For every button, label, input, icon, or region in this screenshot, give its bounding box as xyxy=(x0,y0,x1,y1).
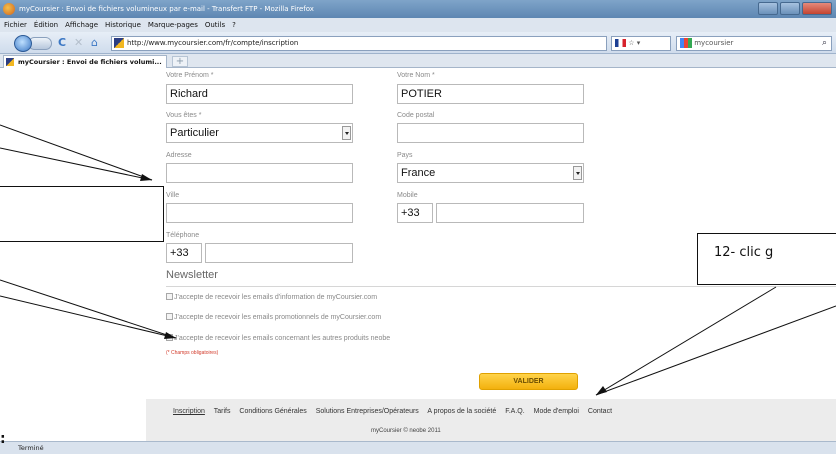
pointer-line xyxy=(0,279,177,339)
pointer-arrowhead xyxy=(596,386,607,395)
pointer-line xyxy=(595,305,836,396)
pointer-line xyxy=(595,286,777,396)
pointer-line xyxy=(0,295,177,339)
annotation-colon-mark: : xyxy=(0,431,6,447)
pointer-arrowhead xyxy=(164,332,176,339)
pointer-arrowhead xyxy=(140,174,152,181)
annotation-pointer-lines xyxy=(0,124,836,396)
